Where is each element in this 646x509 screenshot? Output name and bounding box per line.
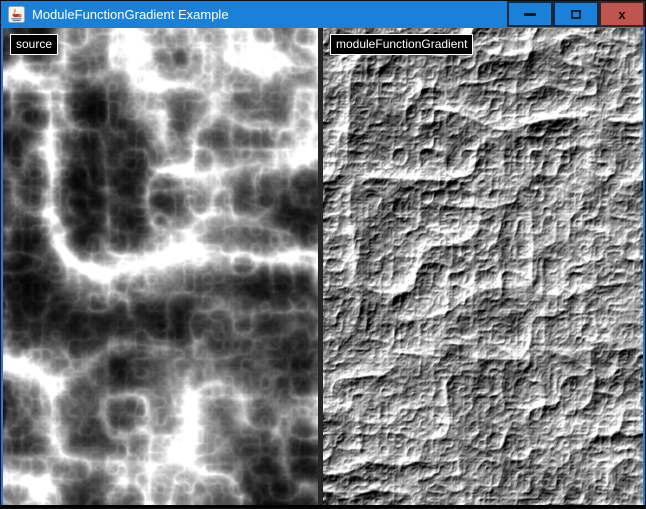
source-image-label: source (10, 34, 58, 55)
source-noise-image (3, 28, 318, 505)
minimize-button[interactable] (507, 1, 553, 27)
window-controls: x (507, 1, 645, 27)
close-icon: x (618, 8, 625, 21)
minimize-icon (524, 13, 536, 16)
java-coffee-cup-icon (8, 6, 25, 23)
app-window: ModuleFunctionGradient Example x source … (0, 0, 646, 509)
titlebar[interactable]: ModuleFunctionGradient Example x (1, 1, 645, 28)
content-area: source moduleFunctionGradient (1, 28, 645, 505)
module-function-gradient-image (323, 28, 643, 505)
window-title: ModuleFunctionGradient Example (32, 1, 229, 28)
maximize-button[interactable] (553, 1, 599, 27)
source-image-pane: source (3, 28, 318, 505)
gradient-image-label: moduleFunctionGradient (330, 34, 473, 55)
close-button[interactable]: x (599, 1, 645, 27)
gradient-image-pane: moduleFunctionGradient (323, 28, 643, 505)
maximize-icon (571, 10, 581, 19)
